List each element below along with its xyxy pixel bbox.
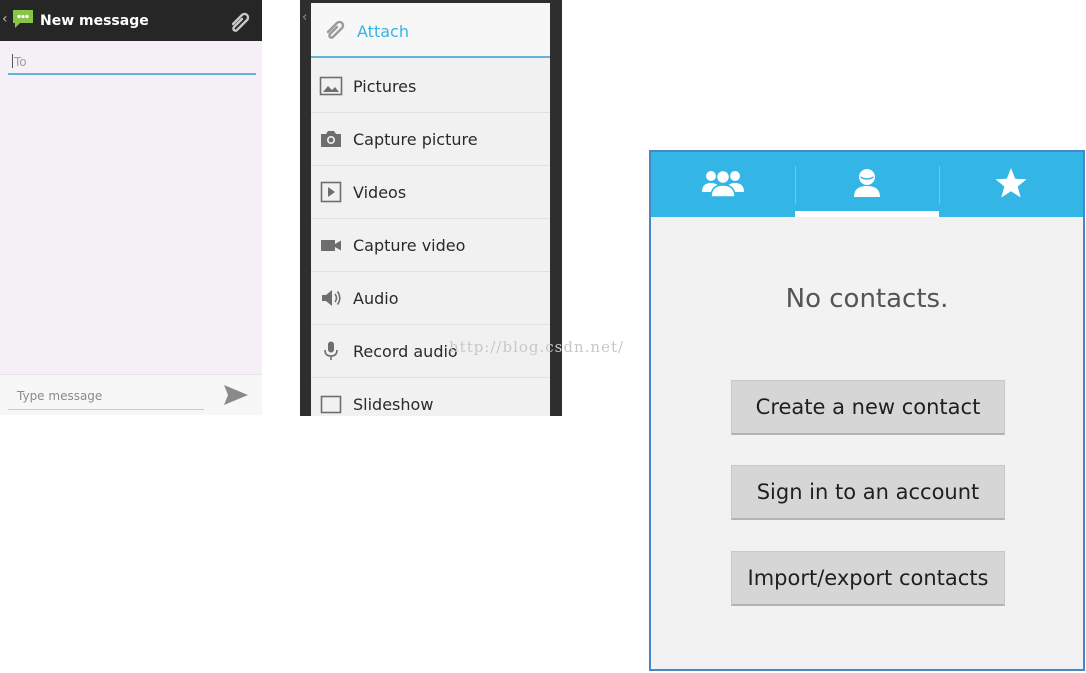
menu-item-slideshow[interactable]: Slideshow [311,378,550,416]
menu-item-audio[interactable]: Audio [311,272,550,325]
watermark: http://blog.csdn.net/ [449,338,625,356]
speaker-icon [322,290,341,306]
menu-item-label: Capture picture [353,130,478,149]
screen-title: New message [40,13,149,29]
empty-state-text: No contacts. [785,284,949,314]
video-icon [320,181,342,203]
sign-in-button[interactable]: Sign in to an account [731,465,1005,520]
new-message-screen: ‹ New message To Type message [0,0,262,415]
attach-menu-header: Attach [311,3,550,58]
picture-icon [319,76,343,96]
action-bar: ‹ New message [0,0,262,41]
tab-contacts[interactable] [795,152,939,217]
compose-bar: Type message [0,374,262,415]
to-placeholder: To [14,55,27,69]
message-input[interactable]: Type message [8,384,204,410]
back-icon: ‹ [302,10,308,25]
menu-item-videos[interactable]: Videos [311,166,550,219]
menu-item-label: Record audio [353,342,458,361]
back-icon[interactable]: ‹ [2,11,8,27]
person-icon [854,169,880,197]
message-placeholder: Type message [17,389,103,403]
create-contact-button[interactable]: Create a new contact [731,380,1005,435]
to-field[interactable]: To [8,48,256,75]
menu-item-capture-picture[interactable]: Capture picture [311,113,550,166]
selected-tab-indicator [795,211,939,217]
send-icon[interactable] [222,383,250,407]
menu-item-label: Videos [353,183,407,202]
microphone-icon [324,341,338,360]
menu-item-pictures[interactable]: Pictures [311,60,550,113]
video-camera-icon [321,240,341,251]
messaging-icon[interactable] [11,8,35,30]
paperclip-icon[interactable] [227,10,253,34]
tab-groups[interactable] [651,152,795,217]
star-icon [995,168,1027,198]
menu-item-label: Pictures [353,77,417,96]
contacts-tab-bar [651,152,1083,217]
slideshow-icon [320,395,342,414]
camera-icon [321,131,341,147]
menu-item-capture-video[interactable]: Capture video [311,219,550,272]
import-export-button[interactable]: Import/export contacts [731,551,1005,606]
contacts-screen: No contacts. Create a new contact Sign i… [649,150,1085,671]
groups-icon [702,169,744,198]
tab-favorites[interactable] [939,152,1083,217]
menu-item-label: Audio [353,289,399,308]
attach-menu-title: Attach [357,22,409,41]
menu-item-label: Slideshow [353,395,434,414]
text-cursor [12,54,13,68]
paperclip-icon [326,20,345,39]
menu-item-label: Capture video [353,236,466,255]
